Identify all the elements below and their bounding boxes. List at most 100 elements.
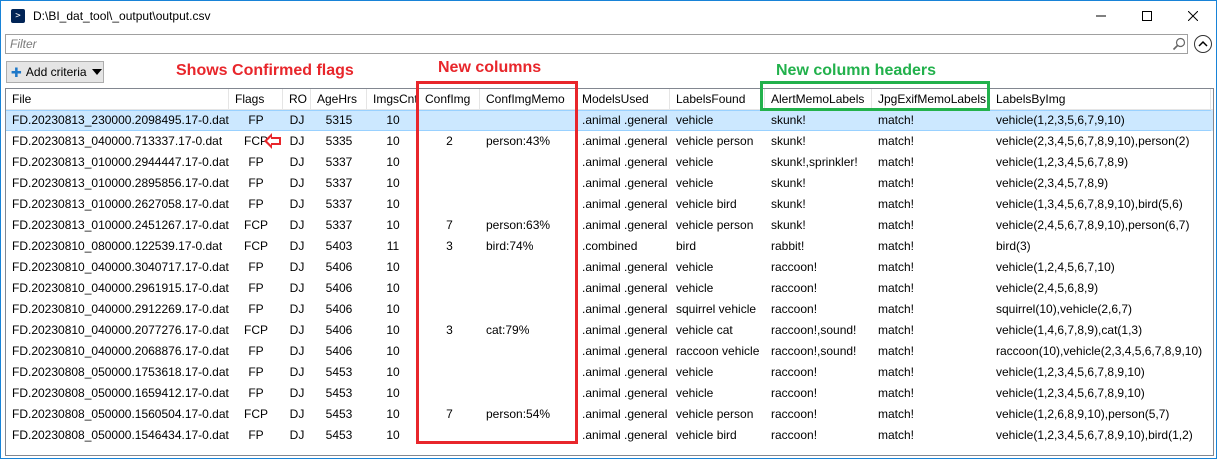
column-header-jpg-exif-memo-labels[interactable]: JpgExifMemoLabels [872, 89, 990, 110]
cell-jpg-exif-memo-labels: match! [878, 239, 915, 253]
cell-conf-img-memo [480, 299, 576, 320]
table-row[interactable]: FD.20230813_010000.2895856.17-0.dat FP DJ 5… [6, 173, 1213, 194]
column-header-imgs-cnt[interactable]: ImgsCnt [367, 89, 419, 110]
cell-jpg-exif-memo-labels: match! [878, 386, 915, 400]
cell-imgs-cnt: 10 [386, 281, 400, 295]
app-window: > D:\BI_dat_tool\_output\output.csv ✚ Ad… [0, 0, 1217, 459]
cell-imgs-cnt: 10 [386, 302, 400, 316]
title-bar[interactable]: > D:\BI_dat_tool\_output\output.csv [1, 1, 1216, 31]
close-icon [1188, 11, 1198, 21]
cell-age-hrs: 5406 [325, 260, 353, 274]
cell-conf-img-memo [480, 173, 576, 194]
cell-ro: DJ [289, 218, 305, 232]
cell-labels-found: vehicle bird [676, 197, 737, 211]
table-row[interactable]: FD.20230808_050000.1560504.17-0.dat FCP DJ… [6, 404, 1213, 425]
table-row[interactable]: FD.20230808_050000.1546434.17-0.dat FP DJ 5… [6, 425, 1213, 446]
table-row[interactable]: FD.20230813_010000.2944447.17-0.dat FP DJ 5… [6, 152, 1213, 173]
cell-ro: DJ [289, 260, 305, 274]
cell-labels-by-img: vehicle(1,2,3,4,5,6,7,8,9,10) [996, 386, 1145, 400]
cell-conf-img-memo: person:54% [486, 407, 551, 421]
cell-labels-found: vehicle [676, 260, 714, 274]
cell-age-hrs: 5406 [325, 323, 353, 337]
window-title: D:\BI_dat_tool\_output\output.csv [33, 9, 211, 23]
cell-jpg-exif-memo-labels: match! [878, 155, 915, 169]
table-row[interactable]: FD.20230810_040000.3040717.17-0.dat FP DJ 5… [6, 257, 1213, 278]
table-row[interactable]: FD.20230810_040000.2961915.17-0.dat FP DJ 5… [6, 278, 1213, 299]
cell-ro: DJ [289, 239, 305, 253]
table-row[interactable]: FD.20230808_050000.1659412.17-0.dat FP DJ 5… [6, 383, 1213, 404]
cell-ro: DJ [283, 110, 311, 131]
column-header-alert-memo-labels[interactable]: AlertMemoLabels [765, 89, 872, 110]
cell-models-used: .animal .general [582, 218, 668, 232]
cell-conf-img-memo [480, 341, 576, 362]
cell-imgs-cnt: 10 [386, 155, 400, 169]
cell-alert-memo-labels: raccoon!,sound! [771, 323, 857, 337]
table-row[interactable]: FD.20230808_050000.1753618.17-0.dat FP DJ 5… [6, 362, 1213, 383]
collapse-filter-button[interactable] [1194, 35, 1212, 53]
cell-jpg-exif-memo-labels: match! [878, 176, 915, 190]
column-header-labels-found[interactable]: LabelsFound [670, 89, 765, 110]
cell-jpg-exif-memo-labels: match! [878, 344, 915, 358]
cell-alert-memo-labels: skunk! [771, 176, 806, 190]
table-row[interactable]: FD.20230810_040000.2077276.17-0.dat FCP DJ… [6, 320, 1213, 341]
column-header-ro[interactable]: RO [283, 89, 311, 110]
cell-alert-memo-labels: skunk! [771, 197, 806, 211]
cell-alert-memo-labels: raccoon! [771, 386, 818, 400]
cell-imgs-cnt: 10 [367, 110, 419, 131]
cell-conf-img [419, 278, 480, 299]
cell-conf-img-memo [480, 257, 576, 278]
cell-conf-img-memo: person:43% [486, 134, 551, 148]
maximize-button[interactable] [1124, 1, 1170, 31]
cell-jpg-exif-memo-labels: match! [878, 260, 915, 274]
cell-jpg-exif-memo-labels: match! [878, 365, 915, 379]
cell-age-hrs: 5335 [325, 134, 353, 148]
table-row[interactable]: FD.20230813_010000.2451267.17-0.dat FCP DJ… [6, 215, 1213, 236]
cell-models-used: .animal .general [582, 344, 668, 358]
cell-labels-by-img: vehicle(2,3,4,5,6,7,8,9,10),person(2) [996, 134, 1190, 148]
cell-conf-img [419, 110, 480, 131]
cell-ro: DJ [289, 407, 305, 421]
close-button[interactable] [1170, 1, 1216, 31]
cell-age-hrs: 5337 [325, 176, 353, 190]
cell-ro: DJ [289, 155, 305, 169]
cell-jpg-exif-memo-labels: match! [878, 302, 915, 316]
table-row[interactable]: FD.20230813_010000.2627058.17-0.dat FP DJ 5… [6, 194, 1213, 215]
cell-age-hrs: 5453 [325, 407, 353, 421]
column-header-flags[interactable]: Flags [229, 89, 283, 110]
column-header-conf-img[interactable]: ConfImg [419, 89, 480, 110]
cell-ro: DJ [289, 323, 305, 337]
minimize-button[interactable] [1078, 1, 1124, 31]
table-row[interactable]: FD.20230810_040000.2068876.17-0.dat FP DJ 5… [6, 341, 1213, 362]
column-header-age-hrs[interactable]: AgeHrs [311, 89, 367, 110]
table-row[interactable]: FD.20230813_040000.713337.17-0.dat FCP DJ 5… [6, 131, 1213, 152]
cell-imgs-cnt: 10 [386, 407, 400, 421]
filter-input[interactable] [5, 34, 1188, 54]
cell-conf-img: 7 [446, 218, 453, 232]
column-header-conf-img-memo[interactable]: ConfImgMemo [480, 89, 576, 110]
cell-labels-found: vehicle [676, 386, 714, 400]
add-criteria-button[interactable]: ✚ Add criteria [6, 61, 104, 83]
cell-labels-by-img: vehicle(1,2,3,4,5,6,7,8,9) [996, 155, 1129, 169]
filter-bar [5, 34, 1214, 54]
table-row[interactable]: FD.20230810_080000.122539.17-0.dat FCP DJ 5… [6, 236, 1213, 257]
cell-flags: FCP [244, 218, 268, 232]
column-header-labels-by-img[interactable]: LabelsByImg [990, 89, 1211, 110]
cell-imgs-cnt: 10 [386, 176, 400, 190]
column-header-file[interactable]: File [6, 89, 229, 110]
cell-file: FD.20230810_040000.2961915.17-0.dat [12, 281, 229, 295]
cell-labels-by-img: bird(3) [996, 239, 1031, 253]
cell-conf-img [419, 425, 480, 446]
search-icon[interactable] [1172, 37, 1186, 51]
table-row[interactable]: FD.20230810_040000.2912269.17-0.dat FP DJ 5… [6, 299, 1213, 320]
table-body: FD.20230813_230000.2098495.17-0.dat FP DJ 5… [6, 110, 1213, 446]
cell-conf-img-memo: cat:79% [486, 323, 530, 337]
cell-file: FD.20230808_050000.1753618.17-0.dat [12, 365, 229, 379]
column-header-models-used[interactable]: ModelsUsed [576, 89, 670, 110]
table-row[interactable]: FD.20230813_230000.2098495.17-0.dat FP DJ 5… [6, 110, 1213, 131]
minimize-icon [1096, 15, 1106, 17]
cell-labels-by-img: vehicle(2,4,5,6,8,9) [996, 281, 1099, 295]
data-grid[interactable]: File Flags RO AgeHrs ImgsCnt ConfImg ConfImgMe… [5, 88, 1214, 456]
dropdown-arrow-icon [91, 69, 102, 75]
cell-conf-img [419, 299, 480, 320]
cell-ro: DJ [289, 365, 305, 379]
